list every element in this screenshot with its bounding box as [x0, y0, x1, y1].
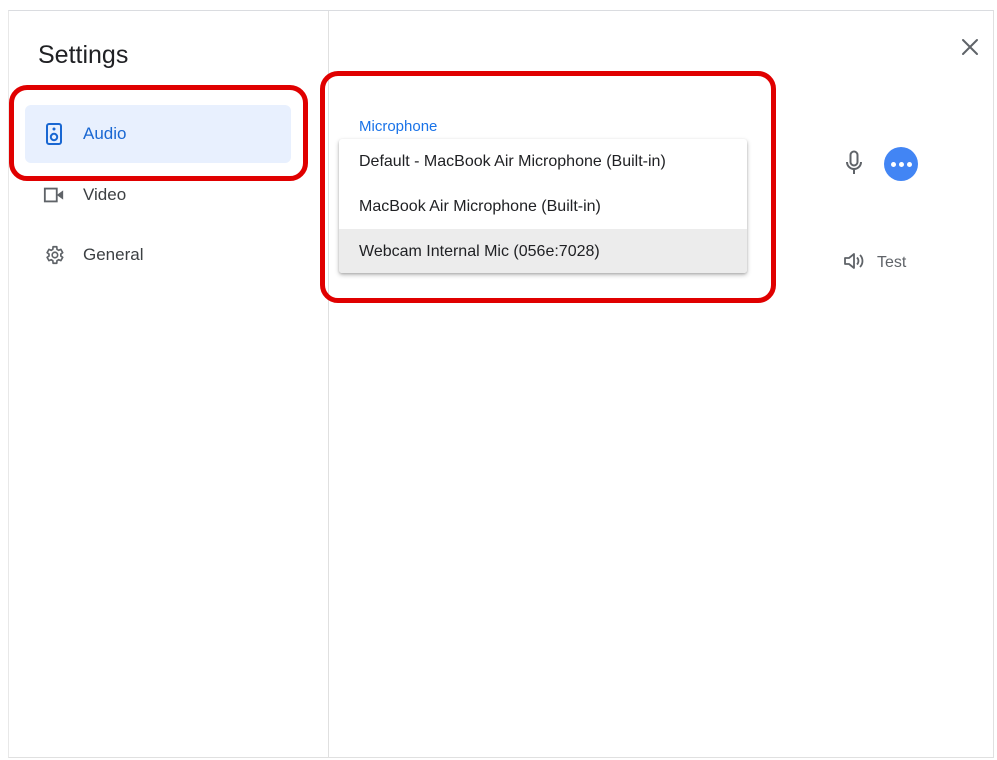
sidebar-item-label: Video [83, 185, 127, 204]
close-button[interactable] [957, 36, 983, 62]
more-dot [906, 161, 912, 167]
microphone-option-highlighted[interactable]: Webcam Internal Mic (056e:7028) [339, 229, 747, 273]
sidebar-item-label: Audio [83, 124, 127, 143]
more-dot [898, 161, 904, 167]
sidebar-item-audio[interactable]: Audio [25, 105, 291, 163]
microphone-label: Microphone [359, 118, 438, 135]
sidebar-item-video[interactable]: Video [25, 166, 291, 224]
speaker-volume-icon [843, 251, 865, 276]
more-options-button[interactable] [884, 147, 918, 181]
speaker-icon [43, 123, 65, 145]
more-horizontal-icon [890, 161, 896, 167]
microphone-icon [845, 150, 863, 176]
settings-dialog: Settings Audio Video General Microphone … [8, 10, 994, 758]
sidebar-item-general[interactable]: General [25, 226, 291, 284]
gear-icon [43, 244, 65, 266]
close-icon [961, 38, 979, 61]
microphone-dropdown[interactable]: Default - MacBook Air Microphone (Built-… [339, 139, 747, 273]
sidebar-item-label: General [83, 245, 144, 264]
page-title: Settings [38, 41, 129, 69]
test-label: Test [877, 254, 907, 271]
video-camera-icon [43, 184, 65, 206]
microphone-option[interactable]: MacBook Air Microphone (Built-in) [339, 184, 747, 229]
test-speaker-button[interactable]: Test [843, 251, 906, 275]
sidebar: Settings Audio Video General [9, 11, 329, 757]
microphone-option[interactable]: Default - MacBook Air Microphone (Built-… [339, 139, 747, 184]
